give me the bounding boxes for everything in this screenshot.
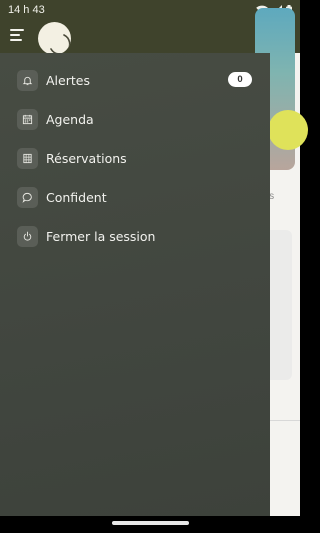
home-indicator[interactable] xyxy=(112,521,189,525)
drawer-item-agenda[interactable]: Agenda xyxy=(0,102,270,136)
drawer-item-label: Réservations xyxy=(46,151,127,166)
drawer-item-alertes[interactable]: Alertes 0 xyxy=(0,63,270,97)
alert-count-badge: 0 xyxy=(228,72,252,87)
chat-bubble-icon xyxy=(17,187,38,208)
reservations-icon xyxy=(17,148,38,169)
app-logo xyxy=(38,22,71,55)
drawer-item-label: Fermer la session xyxy=(46,229,156,244)
power-icon xyxy=(17,226,38,247)
drawer-item-reservations[interactable]: Réservations xyxy=(0,141,270,175)
navigation-drawer: Alertes 0 Agenda Réservations Confident … xyxy=(0,53,270,516)
status-time: 14 h 43 xyxy=(8,4,45,16)
drawer-item-label: Agenda xyxy=(46,112,94,127)
drawer-item-confident[interactable]: Confident xyxy=(0,180,270,214)
bell-icon xyxy=(17,70,38,91)
calendar-icon xyxy=(17,109,38,130)
hamburger-menu-icon[interactable] xyxy=(10,29,24,41)
background-sun-graphic xyxy=(268,110,308,150)
drawer-item-logout[interactable]: Fermer la session xyxy=(0,219,270,253)
drawer-item-label: Confident xyxy=(46,190,107,205)
system-nav-bar xyxy=(0,516,300,533)
drawer-item-label: Alertes xyxy=(46,73,90,88)
